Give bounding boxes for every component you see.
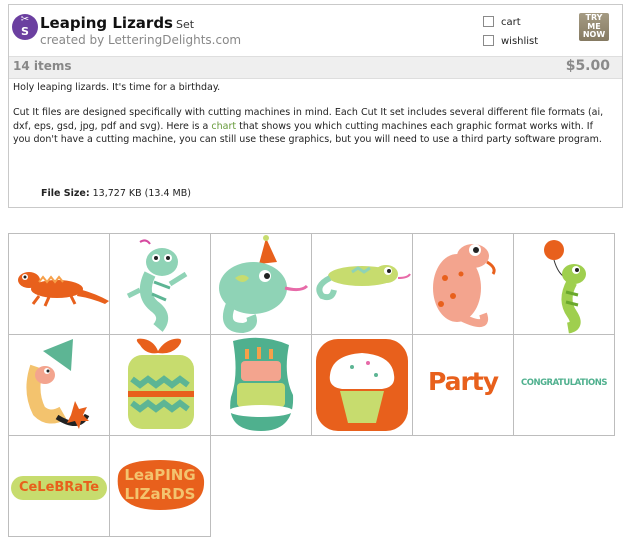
thumbnail-balloon-chameleon[interactable] [513,233,615,335]
orange-lizard-icon [18,272,109,307]
thumbnail-cupcake[interactable] [311,334,413,436]
gift-icon [128,338,194,429]
thumbnail-orange-lizard[interactable] [8,233,110,335]
cart-checkbox[interactable] [483,16,494,27]
lizards-word: LIZaRDS [124,485,196,503]
thumbnail-celebrate-word[interactable]: CeLeBRaTe [8,435,110,537]
chart-link[interactable]: chart [211,121,236,132]
thumbnail-cake[interactable] [210,334,312,436]
try-me-now-line: NOW [582,30,606,39]
item-count: 14 items [13,59,72,73]
thumbnail-hat-chameleon[interactable] [8,334,110,436]
thumbnail-party-word[interactable]: Party [412,334,514,436]
creator-link[interactable]: created by LetteringDelights.com [40,33,241,47]
thumbnail-leaping-lizards-word[interactable]: LeaPING LIZaRDS [109,435,211,537]
hat-chameleon-icon [26,339,90,429]
thumbnail-congratulations-word[interactable]: CONGRATULATIONS [513,334,615,436]
description-intro: Holy leaping lizards. It's time for a bi… [13,82,221,93]
lime-chameleon-icon [316,265,411,301]
leaping-word: LeaPING [124,466,196,484]
mint-chameleon-icon [126,239,188,332]
file-size: File Size: 13,727 KB (13.4 MB) [41,188,191,199]
product-title: Leaping Lizards Set [40,14,194,32]
price-bar: 14 items $5.00 [9,56,622,79]
party-word: Party [427,367,499,396]
description: Holy leaping lizards. It's time for a bi… [13,81,613,158]
thumbnail-lime-chameleon[interactable] [311,233,413,335]
price: $5.00 [565,58,610,74]
salmon-chameleon-icon [433,244,496,328]
balloon-chameleon-icon [544,240,586,334]
try-me-now-button[interactable]: TRY ME NOW [579,13,609,41]
product-card: ✂ S Leaping Lizards Set created by Letteri… [8,4,623,208]
description-body: Cut It files are designed specifically w… [13,106,613,146]
thumbnail-gift[interactable] [109,334,211,436]
thumbnail-party-chameleon[interactable] [210,233,312,335]
cupcake-icon [316,339,408,431]
congratulations-word: CONGRATULATIONS [521,378,607,388]
wishlist-label[interactable]: wishlist [501,36,538,47]
wishlist-checkbox[interactable] [483,35,494,46]
party-chameleon-icon [219,235,309,334]
product-title-text: Leaping Lizards [40,14,173,32]
scissors-logo-icon: ✂ S [12,14,38,40]
cart-label[interactable]: cart [501,17,521,28]
file-size-value: 13,727 KB (13.4 MB) [92,188,191,199]
set-label: Set [176,18,195,31]
cake-icon [229,337,294,431]
celebrate-word: CeLeBRaTe [18,480,100,495]
thumbnail-mint-chameleon[interactable] [109,233,211,335]
thumbnail-salmon-chameleon[interactable] [412,233,514,335]
file-size-label: File Size: [41,188,90,199]
